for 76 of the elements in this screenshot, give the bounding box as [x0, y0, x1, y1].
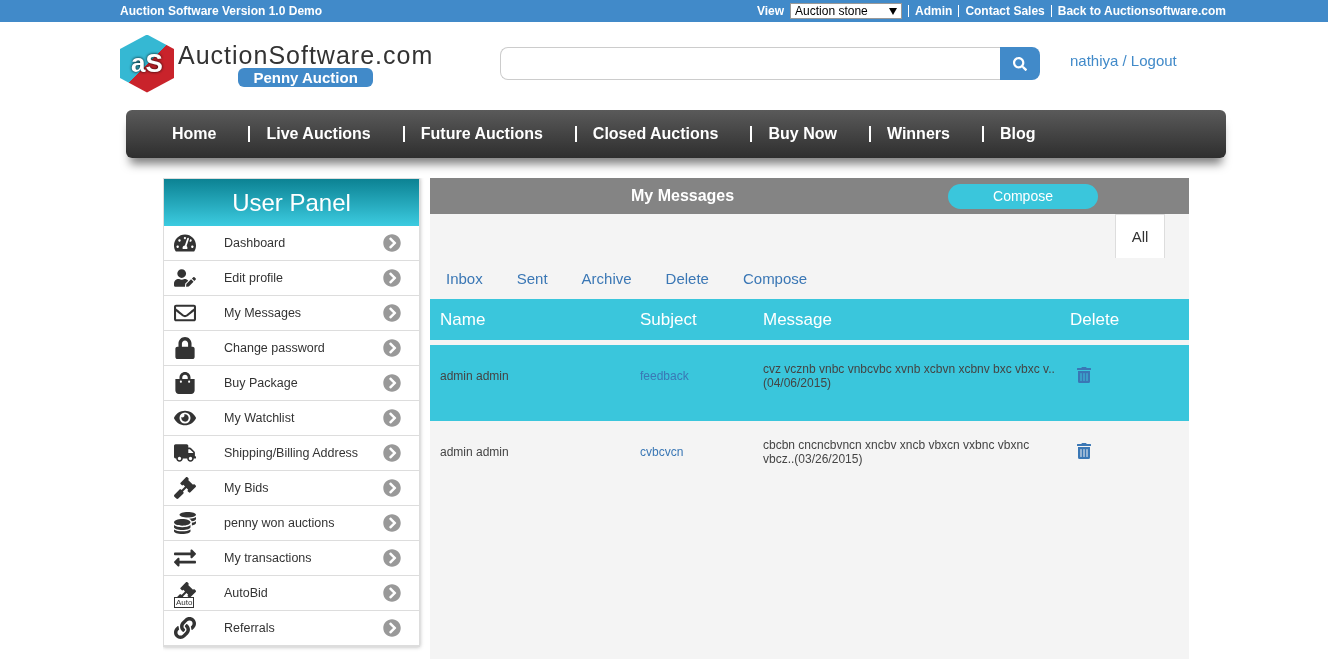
sidebar-item[interactable]: penny won auctions [164, 506, 419, 541]
chevron-icon [383, 619, 401, 637]
user-logout-link[interactable]: nathiya / Logout [1070, 52, 1177, 69]
chevron-icon [383, 409, 401, 427]
sidebar-item[interactable]: My Bids [164, 471, 419, 506]
column-header: Message [763, 309, 833, 330]
search-icon [1013, 56, 1027, 71]
message-preview: cvz vcznb vnbc vnbcvbc xvnb xcbvn xcbnv bxc vbxc v..(04/06/2015) [763, 361, 1056, 390]
column-header: Name [440, 309, 487, 330]
trash-icon[interactable] [1076, 367, 1092, 383]
arrows-icon [174, 547, 196, 569]
nav-link[interactable]: Future Auctions [404, 126, 577, 142]
gavel-icon [174, 477, 196, 499]
coins-icon [174, 512, 196, 534]
chevron-icon [383, 584, 401, 602]
sidebar-item[interactable]: Edit profile [164, 261, 419, 296]
chevron-icon [383, 444, 401, 462]
top-link[interactable]: Contact Sales [958, 5, 1045, 17]
message-row[interactable]: admin admin cvbcvcn cbcbn cncncbvncn xncbv xncb vbxcn vxbnc vbxnc vbcz..(03/26/2015) [430, 421, 1189, 497]
chevron-icon [383, 269, 401, 287]
subject-link[interactable]: cvbcvcn [640, 445, 684, 459]
sidebar-item[interactable]: Auto AutoBid [164, 576, 419, 611]
sidebar-item[interactable]: Change password [164, 331, 419, 366]
filter-tab[interactable]: All [1115, 214, 1165, 258]
nav-link[interactable]: Closed Auctions [576, 126, 753, 142]
nav-link[interactable]: Winners [870, 126, 984, 142]
message-tab[interactable]: Sent [516, 270, 548, 287]
top-link[interactable]: Back to Auctionsoftware.com [1050, 5, 1226, 17]
gauge-icon [174, 232, 196, 254]
chevron-icon [383, 514, 401, 532]
sidebar-item[interactable]: Shipping/Billing Address [164, 436, 419, 471]
envelope-icon [174, 302, 196, 324]
message-tab[interactable]: Archive [581, 270, 632, 287]
sidebar-item[interactable]: Dashboard [164, 226, 419, 261]
logo-text: AuctionSoftware.com [178, 40, 434, 70]
search-button[interactable] [1000, 47, 1040, 80]
column-header: Delete [1070, 309, 1121, 330]
view-select[interactable]: Auction stone [790, 3, 903, 19]
message-tab[interactable]: Inbox [446, 270, 483, 287]
version-title: Auction Software Version 1.0 Demo [120, 4, 324, 18]
chevron-icon [383, 549, 401, 567]
message-tab[interactable]: Compose [742, 270, 808, 287]
bag-icon [174, 372, 196, 394]
sidebar-title: User Panel [164, 179, 419, 226]
message-row[interactable]: admin admin feedback cvz vcznb vnbc vnbcvbc xvnb xcbvn xcbnv bxc vbxc v..(04/06/2015) [430, 345, 1189, 421]
nav-link[interactable]: Live Auctions [250, 126, 405, 142]
nav-link[interactable]: Home [156, 126, 251, 142]
auto-tag: Auto [174, 597, 195, 608]
top-link[interactable]: Admin [908, 5, 953, 17]
trash-icon[interactable] [1076, 443, 1092, 459]
sender-name: admin admin [440, 368, 510, 383]
chevron-icon [383, 374, 401, 392]
nav-link[interactable]: Blog [983, 126, 1068, 142]
sidebar-item[interactable]: Buy Package [164, 366, 419, 401]
nav-link[interactable]: Buy Now [752, 126, 871, 142]
sidebar-item[interactable]: Referrals [164, 611, 419, 646]
truck-icon [174, 442, 196, 464]
logo-badge: Penny Auction [238, 67, 373, 87]
chain-icon [174, 617, 196, 639]
lock-icon [174, 337, 196, 359]
view-label: View [756, 4, 785, 18]
chevron-icon [383, 304, 401, 322]
messages-title: My Messages [631, 187, 736, 205]
chevron-icon [383, 234, 401, 252]
message-tab[interactable]: Delete [665, 270, 709, 287]
sidebar-item[interactable]: My transactions [164, 541, 419, 576]
column-header: Subject [640, 309, 698, 330]
user-pencil-icon [174, 267, 196, 289]
sidebar-item[interactable]: My Watchlist [164, 401, 419, 436]
caret-icon [889, 7, 898, 15]
search-field[interactable] [500, 47, 1000, 80]
sender-name: admin admin [440, 444, 510, 459]
message-preview: cbcbn cncncbvncn xncbv xncb vbxcn vxbnc vbxnc vbcz..(03/26/2015) [763, 437, 1031, 466]
sidebar-item[interactable]: My Messages [164, 296, 419, 331]
chevron-icon [383, 339, 401, 357]
chevron-icon [383, 479, 401, 497]
